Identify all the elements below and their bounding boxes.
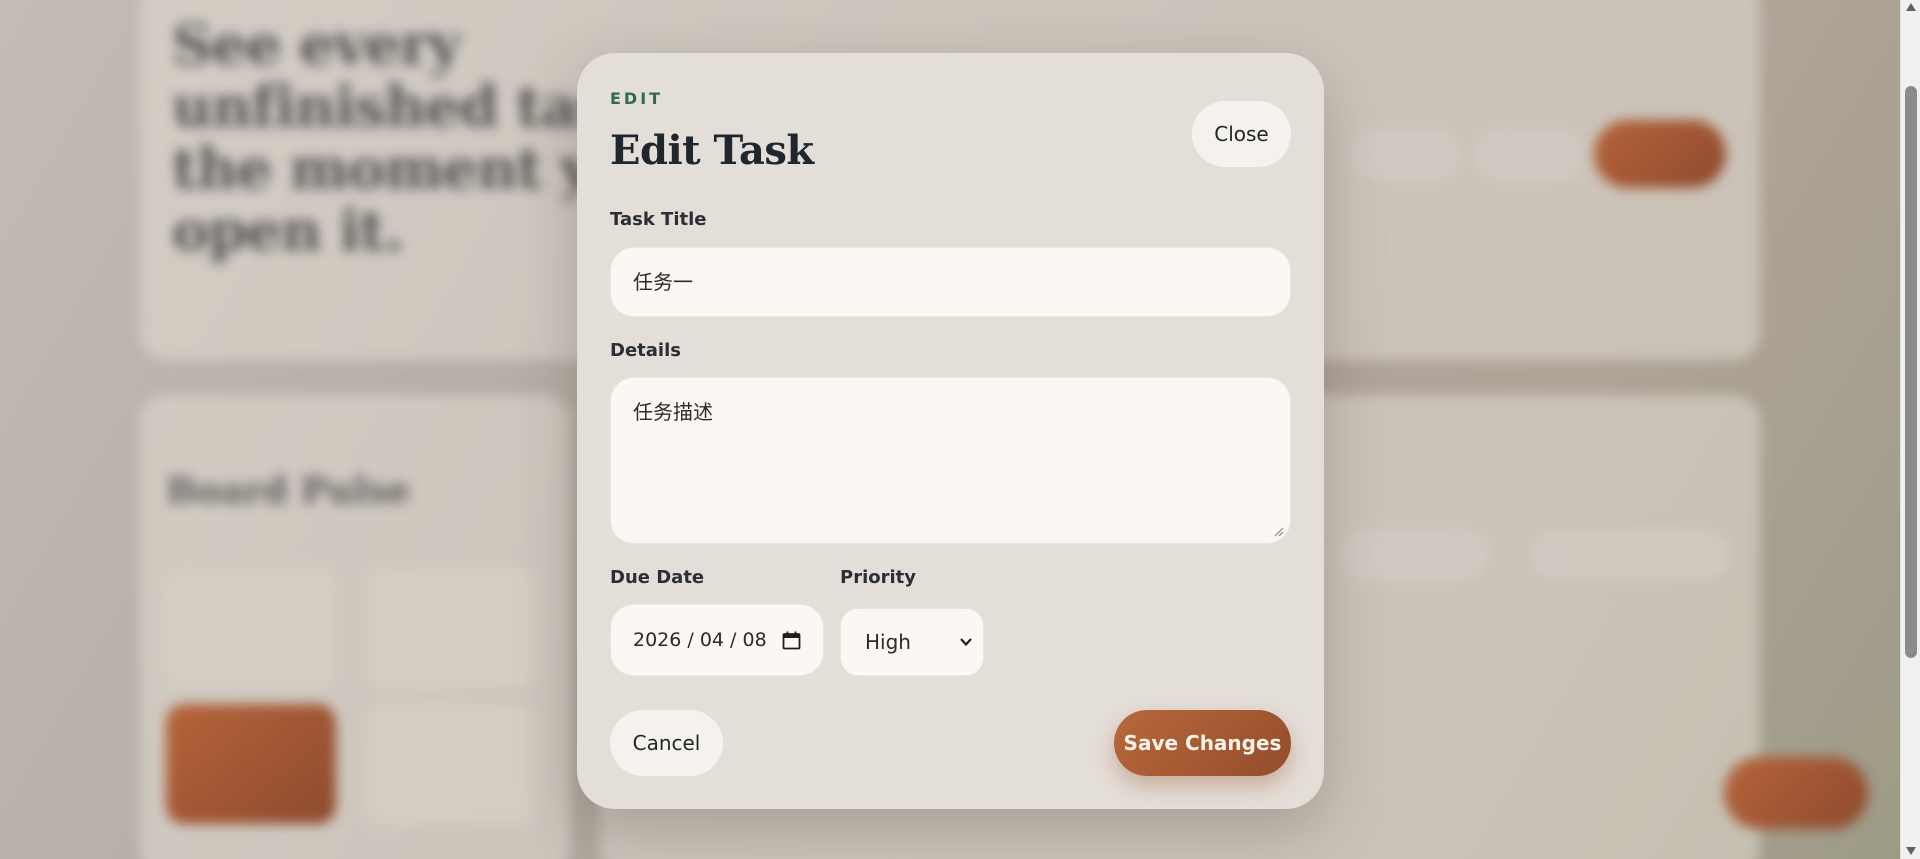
stat-card <box>366 704 536 824</box>
chevron-down-icon <box>960 638 972 647</box>
due-date-input[interactable]: 2026 / 04 / 08 <box>610 604 824 676</box>
stat-card-accent <box>166 704 336 824</box>
modal-title: Edit Task <box>610 127 814 174</box>
scroll-up-arrow-icon[interactable] <box>1905 2 1917 12</box>
priority-label: Priority <box>840 567 916 588</box>
save-changes-button[interactable]: Save Changes <box>1114 710 1291 776</box>
board-title: Board Pulse <box>166 470 411 512</box>
due-date-value: 2026 / 04 / 08 <box>633 629 767 651</box>
task-title-input[interactable]: 任务一 <box>610 247 1291 317</box>
task-title-label: Task Title <box>610 209 707 230</box>
bg-fab <box>1724 757 1868 829</box>
scroll-down-arrow-icon[interactable] <box>1905 846 1917 856</box>
stat-card <box>366 568 536 688</box>
cancel-button[interactable]: Cancel <box>610 710 723 776</box>
priority-select[interactable]: High <box>840 608 984 676</box>
edit-task-modal: EDIT Edit Task Close Task Title 任务一 Deta… <box>577 53 1324 809</box>
stat-card <box>166 568 336 688</box>
details-label: Details <box>610 340 681 361</box>
details-text: 任务描述 <box>633 400 713 424</box>
bg-filter-pill <box>1530 530 1730 580</box>
details-textarea[interactable]: 任务描述 <box>610 377 1291 544</box>
priority-value: High <box>865 630 911 654</box>
bg-nav-pill <box>1350 130 1460 180</box>
close-button[interactable]: Close <box>1192 101 1291 167</box>
scroll-thumb[interactable] <box>1905 86 1917 658</box>
due-date-label: Due Date <box>610 567 705 588</box>
resize-grip-icon[interactable] <box>1274 527 1284 537</box>
calendar-icon[interactable] <box>782 631 801 650</box>
vertical-scrollbar[interactable] <box>1900 0 1920 859</box>
bg-nav-pill <box>1475 130 1585 180</box>
bg-filter-pill <box>1340 530 1490 580</box>
modal-eyebrow: EDIT <box>610 89 664 108</box>
bg-primary-pill <box>1594 120 1726 188</box>
